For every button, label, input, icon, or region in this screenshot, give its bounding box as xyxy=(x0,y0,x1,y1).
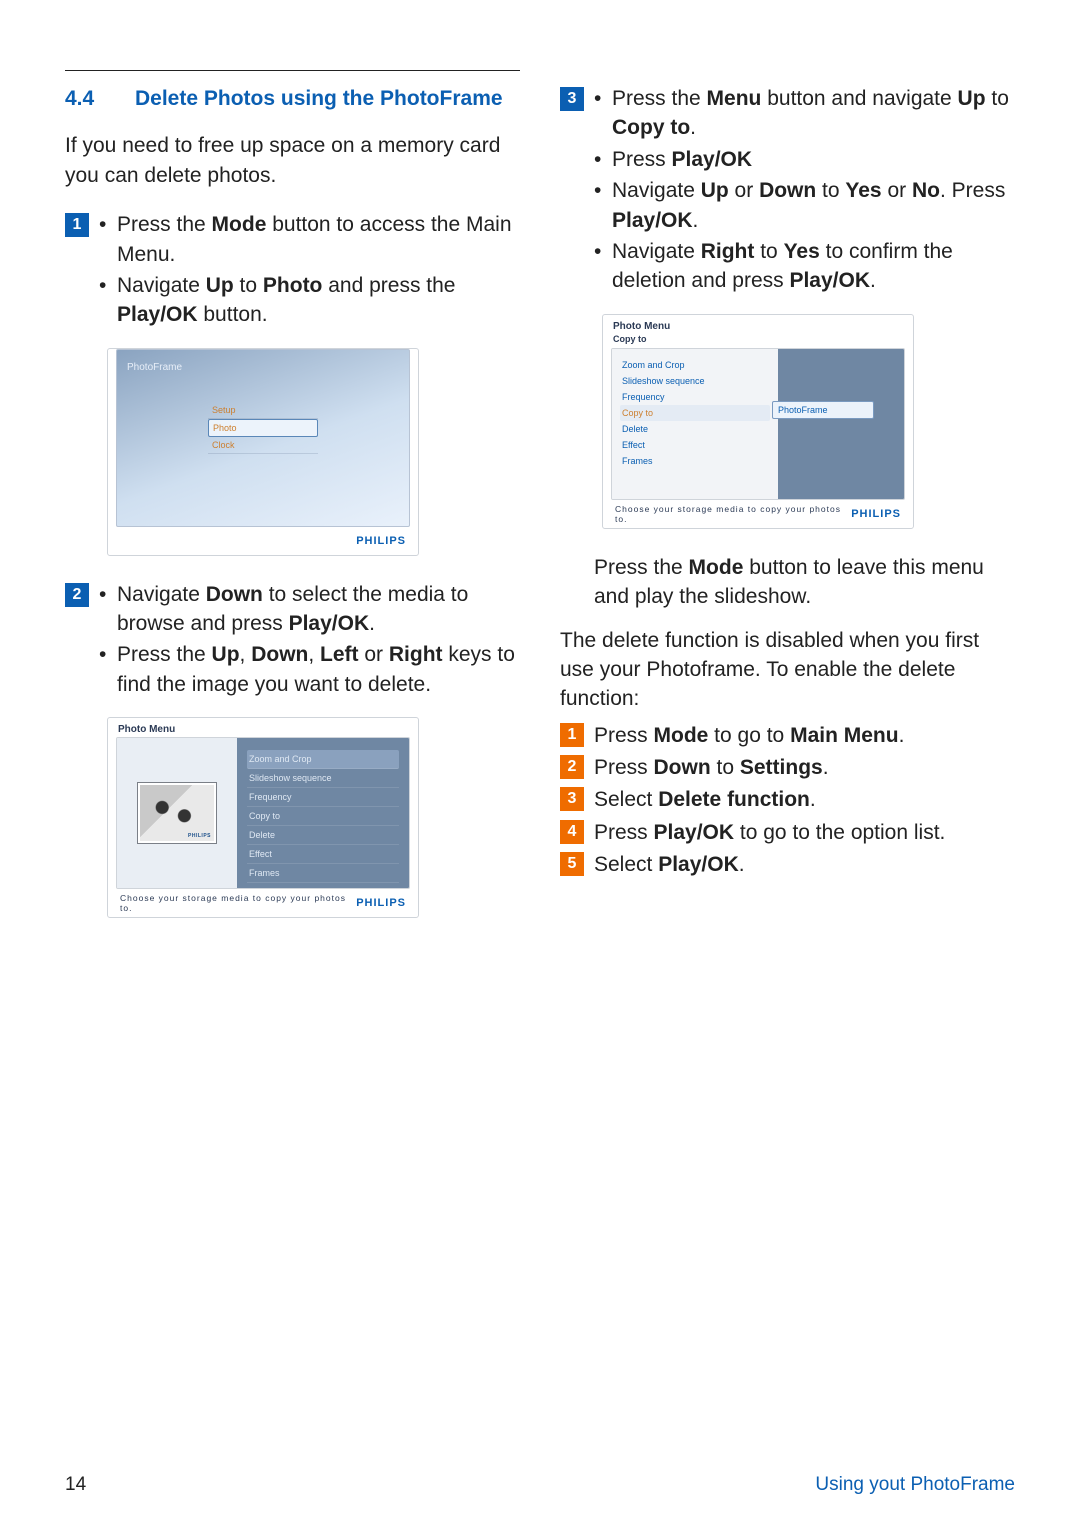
m3-delete: Delete xyxy=(620,421,770,437)
step-1-item-a: Press the Mode button to access the Main… xyxy=(99,210,520,269)
opt-frames: Frames xyxy=(247,864,399,883)
enable-step-1: 1 Press Mode to go to Main Menu. xyxy=(560,720,1015,750)
m3-copy: Copy to xyxy=(620,405,770,421)
enable-badge-4: 4 xyxy=(560,820,584,844)
photo-thumbnail xyxy=(138,783,216,843)
photo-menu-body: Zoom and Crop Slideshow sequence Frequen… xyxy=(116,737,410,889)
page-number: 14 xyxy=(65,1474,86,1496)
enable-1-body: Press Mode to go to Main Menu. xyxy=(594,720,1015,750)
copyto-sub: Copy to xyxy=(603,334,913,348)
philips-logo: PHILIPS xyxy=(356,535,406,547)
enable-step-2: 2 Press Down to Settings. xyxy=(560,752,1015,782)
step-badge-3: 3 xyxy=(560,87,584,111)
storage-message: Choose your storage media to copy your p… xyxy=(615,504,851,524)
enable-badge-2: 2 xyxy=(560,755,584,779)
menu-clock: Clock xyxy=(208,437,318,454)
brand-row: PHILIPS xyxy=(108,527,418,555)
manual-page: 4.4 Delete Photos using the PhotoFrame I… xyxy=(0,0,1080,1532)
step-1-body: Press the Mode button to access the Main… xyxy=(99,210,520,332)
copyto-title: Photo Menu xyxy=(603,315,913,334)
screenshot-copy-to: Photo Menu Copy to Zoom and Crop Slidesh… xyxy=(602,314,914,529)
left-column: 4.4 Delete Photos using the PhotoFrame I… xyxy=(65,70,520,942)
photo-menu-preview xyxy=(117,738,237,888)
step-3-item-d: Navigate Right to Yes to confirm the del… xyxy=(594,237,1015,296)
screenshot-main-menu: PhotoFrame Setup Photo Clock PHILIPS xyxy=(107,348,419,556)
enable-steps: 1 Press Mode to go to Main Menu. 2 Press… xyxy=(560,720,1015,880)
copyto-options: Zoom and Crop Slideshow sequence Frequen… xyxy=(612,349,778,499)
enable-step-4: 4 Press Play/OK to go to the option list… xyxy=(560,817,1015,847)
opt-slideshow: Slideshow sequence xyxy=(247,769,399,788)
step-2-item-b: Press the Up, Down, Left or Right keys t… xyxy=(99,640,520,699)
section-title-text: Delete Photos using the PhotoFrame xyxy=(135,85,503,113)
brand-row-3: Choose your storage media to copy your p… xyxy=(603,500,913,528)
enable-badge-5: 5 xyxy=(560,852,584,876)
menu-setup: Setup xyxy=(208,402,318,419)
m3-effect: Effect xyxy=(620,437,770,453)
step-3-body: Press the Menu button and navigate Up to… xyxy=(594,84,1015,298)
section-heading: 4.4 Delete Photos using the PhotoFrame xyxy=(65,85,520,113)
columns: 4.4 Delete Photos using the PhotoFrame I… xyxy=(65,70,1015,942)
opt-zoom: Zoom and Crop xyxy=(247,750,399,769)
philips-logo: PHILIPS xyxy=(356,897,406,909)
enable-step-3: 3 Select Delete function. xyxy=(560,784,1015,814)
step-2-item-a: Navigate Down to select the media to bro… xyxy=(99,580,520,639)
step-2: 2 Navigate Down to select the media to b… xyxy=(65,580,520,702)
enable-step-5: 5 Select Play/OK. xyxy=(560,849,1015,879)
photo-menu-title: Photo Menu xyxy=(108,718,418,737)
intro-text: If you need to free up space on a memory… xyxy=(65,131,520,190)
step-2-body: Navigate Down to select the media to bro… xyxy=(99,580,520,702)
storage-message: Choose your storage media to copy your p… xyxy=(120,893,356,913)
m3-frames: Frames xyxy=(620,453,770,469)
opt-delete: Delete xyxy=(247,826,399,845)
opt-copy: Copy to xyxy=(247,807,399,826)
enable-2-body: Press Down to Settings. xyxy=(594,752,1015,782)
menu-photo: Photo xyxy=(208,419,318,437)
enable-4-body: Press Play/OK to go to the option list. xyxy=(594,817,1015,847)
brand-row-2: Choose your storage media to copy your p… xyxy=(108,889,418,917)
m3-frequency: Frequency xyxy=(620,389,770,405)
footer-section-name: Using yout PhotoFrame xyxy=(815,1474,1015,1496)
opt-effect: Effect xyxy=(247,845,399,864)
section-number: 4.4 xyxy=(65,85,135,113)
step-3: 3 Press the Menu button and navigate Up … xyxy=(560,84,1015,298)
copyto-body: Zoom and Crop Slideshow sequence Frequen… xyxy=(611,348,905,500)
step-1: 1 Press the Mode button to access the Ma… xyxy=(65,210,520,332)
m3-slideshow: Slideshow sequence xyxy=(620,373,770,389)
screenshot-photo-menu: Photo Menu Zoom and Crop Slideshow seque… xyxy=(107,717,419,918)
copyto-target-pane: PhotoFrame xyxy=(778,349,904,499)
step-1-item-b: Navigate Up to Photo and press the Play/… xyxy=(99,271,520,330)
page-footer: 14 Using yout PhotoFrame xyxy=(0,1474,1080,1496)
main-menu-list: Setup Photo Clock xyxy=(208,402,318,454)
step-3-item-b: Press Play/OK xyxy=(594,145,1015,174)
step-badge-2: 2 xyxy=(65,583,89,607)
top-rule xyxy=(65,70,520,71)
copyto-target: PhotoFrame xyxy=(772,401,874,419)
right-column: 3 Press the Menu button and navigate Up … xyxy=(560,70,1015,942)
enable-badge-3: 3 xyxy=(560,787,584,811)
philips-logo: PHILIPS xyxy=(851,508,901,520)
m3-zoom: Zoom and Crop xyxy=(620,357,770,373)
enable-3-body: Select Delete function. xyxy=(594,784,1015,814)
enable-badge-1: 1 xyxy=(560,723,584,747)
screenshot-bg: PhotoFrame Setup Photo Clock xyxy=(116,349,410,527)
step-3-item-c: Navigate Up or Down to Yes or No. Press … xyxy=(594,176,1015,235)
disabled-intro: The delete function is disabled when you… xyxy=(560,626,1015,714)
enable-5-body: Select Play/OK. xyxy=(594,849,1015,879)
leave-menu-note: Press the Mode button to leave this menu… xyxy=(594,553,1015,612)
pf-label: PhotoFrame xyxy=(127,362,182,373)
step-3-item-a: Press the Menu button and navigate Up to… xyxy=(594,84,1015,143)
step-badge-1: 1 xyxy=(65,213,89,237)
opt-frequency: Frequency xyxy=(247,788,399,807)
photo-menu-options: Zoom and Crop Slideshow sequence Frequen… xyxy=(237,738,409,888)
